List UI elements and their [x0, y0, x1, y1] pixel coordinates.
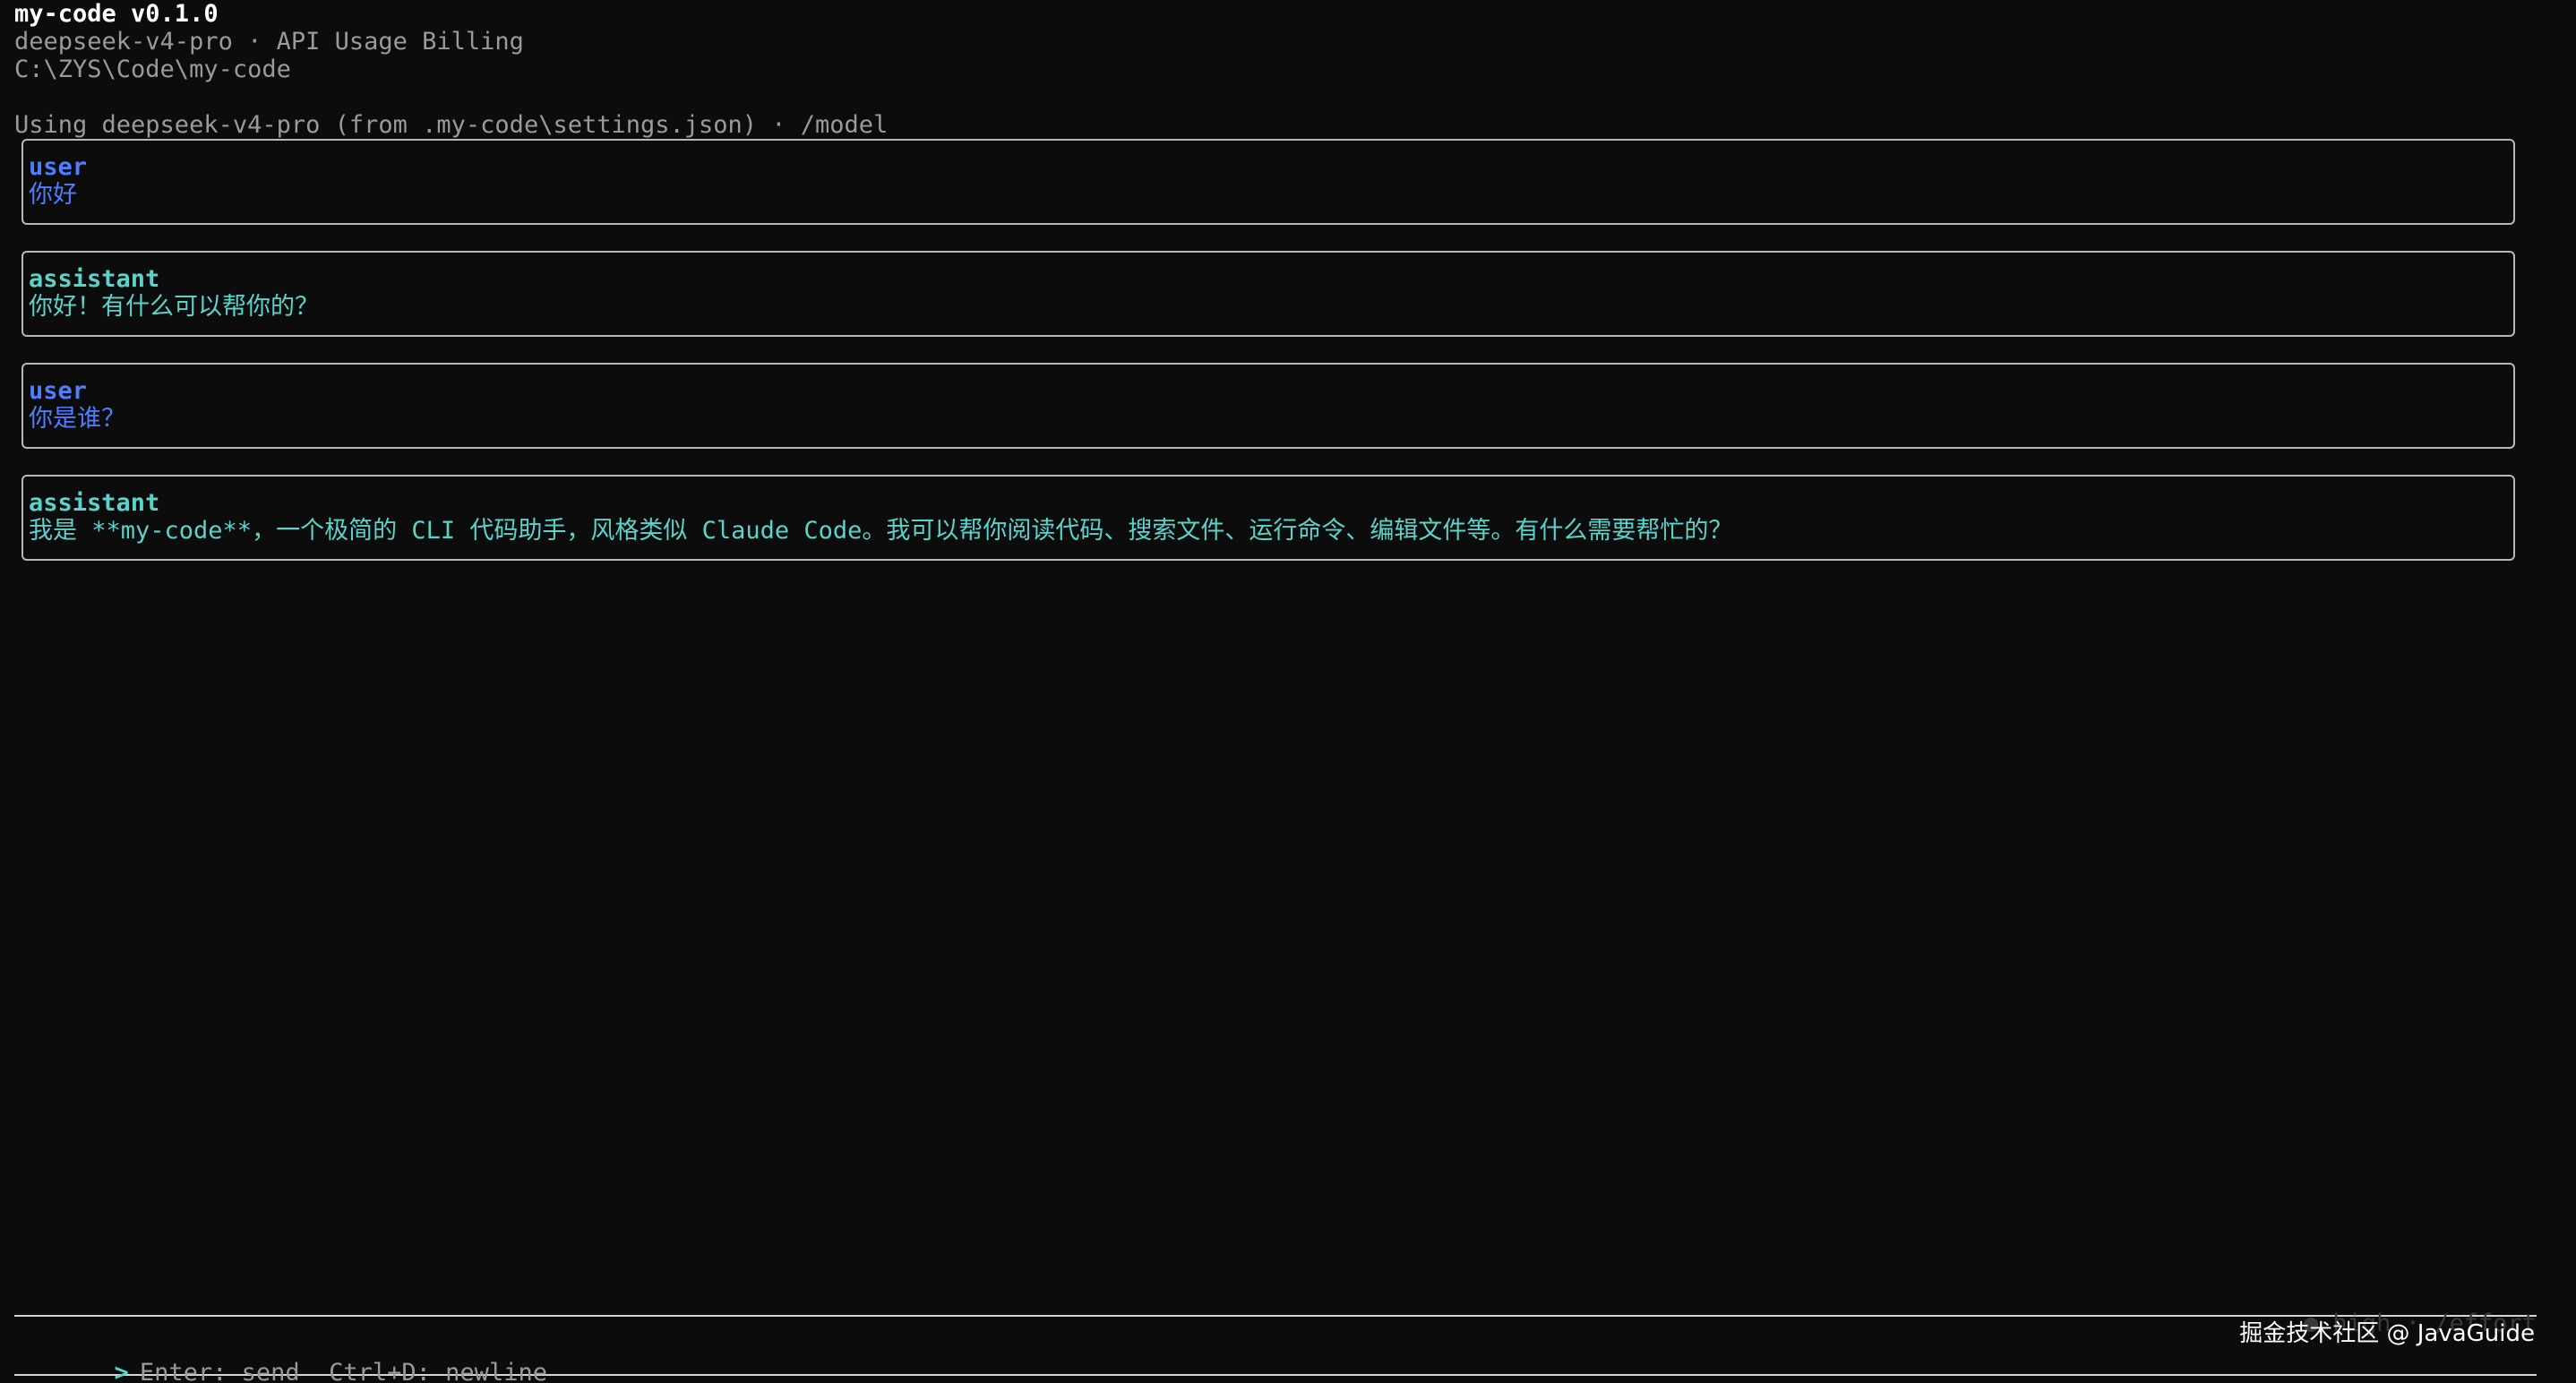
message-role: user — [29, 153, 88, 181]
message-text: 你好 — [29, 181, 77, 209]
prompt-row[interactable]: > Enter: send Ctrl+D: newline — [14, 1331, 547, 1383]
message-role: user — [29, 377, 88, 405]
message-text: 我是 **my-code**，一个极简的 CLI 代码助手，风格类似 Claud… — [29, 517, 1733, 545]
prompt-hint: Enter: send Ctrl+D: newline — [139, 1359, 547, 1383]
message-user: user 你是谁？ — [21, 363, 2515, 449]
message-list: user 你好 assistant 你好！有什么可以帮你的？ user 你是谁？… — [14, 139, 2562, 561]
message-user: user 你好 — [21, 139, 2515, 225]
terminal-window: my-code v0.1.0 deepseek-v4-pro · API Usa… — [0, 0, 2576, 1383]
message-assistant: assistant 你好！有什么可以帮你的？ — [21, 251, 2515, 337]
message-text: 你是谁？ — [29, 405, 125, 433]
message-role: assistant — [29, 489, 160, 517]
message-assistant: assistant 我是 **my-code**，一个极简的 CLI 代码助手，… — [21, 475, 2515, 561]
working-directory: C:\ZYS\Code\my-code — [14, 56, 291, 83]
message-text: 你好！有什么可以帮你的？ — [29, 293, 319, 321]
header: my-code v0.1.0 deepseek-v4-pro · API Usa… — [14, 0, 2562, 139]
model-info: Using deepseek-v4-pro (from .my-code\set… — [14, 111, 889, 139]
message-role: assistant — [29, 265, 160, 293]
model-line: deepseek-v4-pro · API Usage Billing — [14, 28, 524, 56]
app-title: my-code v0.1.0 — [14, 0, 219, 28]
prompt-caret-icon: > — [114, 1359, 129, 1383]
prompt-input[interactable]: ● high · /effort > Enter: send Ctrl+D: ne… — [14, 1310, 2537, 1383]
watermark: 掘金技术社区 @ JavaGuide — [2239, 1320, 2535, 1347]
